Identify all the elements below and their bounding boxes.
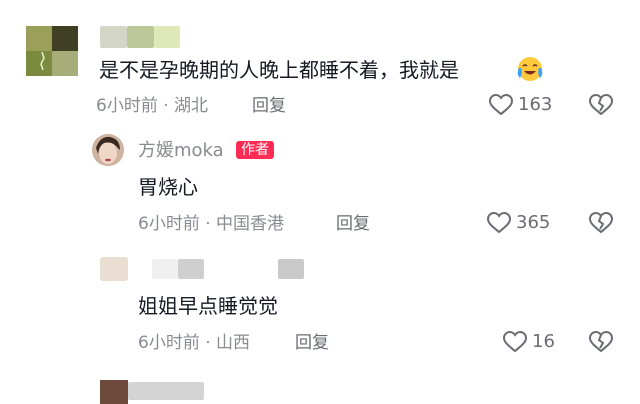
comment-meta: 6小时前 · 湖北 [96, 95, 208, 117]
heart-icon [488, 93, 514, 116]
avatar[interactable] [100, 380, 128, 404]
comment-time: 6小时前 [96, 96, 158, 116]
dislike-button[interactable] [588, 211, 614, 235]
avatar[interactable] [100, 257, 128, 281]
like-count: 163 [518, 94, 553, 115]
author-avatar[interactable] [92, 134, 124, 166]
comment-location: 中国香港 [216, 214, 285, 234]
meta-separator: · [163, 96, 169, 116]
username-blurred[interactable] [100, 26, 180, 48]
author-badge: 作者 [236, 141, 274, 159]
reply-button[interactable]: 回复 [336, 213, 370, 235]
like-button[interactable]: 163 [488, 93, 552, 117]
heart-icon [486, 211, 512, 234]
meta-separator: · [205, 333, 211, 353]
like-button[interactable]: 16 [502, 330, 555, 354]
avatar-portrait-icon [92, 134, 124, 166]
comment-meta: 6小时前 · 山西 [138, 332, 250, 354]
comment-text: 胃烧心 [138, 175, 198, 199]
username-blurred[interactable] [152, 259, 304, 279]
like-button[interactable]: 365 [486, 211, 550, 235]
dislike-button[interactable] [588, 330, 614, 354]
comment-meta: 6小时前 · 中国香港 [138, 213, 284, 235]
reply-button[interactable]: 回复 [295, 332, 329, 354]
avatar[interactable] [26, 26, 78, 76]
comment-text-content: 是不是孕晚期的人晚上都睡不着，我就是 [99, 58, 459, 82]
crying-laughing-emoji-icon [517, 57, 543, 81]
heart-icon [502, 330, 528, 353]
like-count: 365 [516, 212, 551, 233]
comment-time: 6小时前 [138, 214, 200, 234]
avatar-figure-icon [40, 52, 45, 70]
broken-heart-icon [588, 93, 614, 116]
comment-location: 山西 [216, 333, 251, 353]
broken-heart-icon [588, 330, 614, 353]
like-count: 16 [532, 331, 555, 352]
broken-heart-icon [588, 211, 614, 234]
username-blurred[interactable] [128, 382, 204, 400]
author-username[interactable]: 方媛moka [138, 140, 224, 162]
comment-time: 6小时前 [138, 333, 200, 353]
meta-separator: · [205, 214, 211, 234]
reply-button[interactable]: 回复 [252, 95, 286, 117]
comment-text: 是不是孕晚期的人晚上都睡不着，我就是 [99, 57, 459, 83]
comment-location: 湖北 [174, 96, 209, 116]
comment-text: 姐姐早点睡觉觉 [138, 294, 278, 318]
dislike-button[interactable] [588, 93, 614, 117]
